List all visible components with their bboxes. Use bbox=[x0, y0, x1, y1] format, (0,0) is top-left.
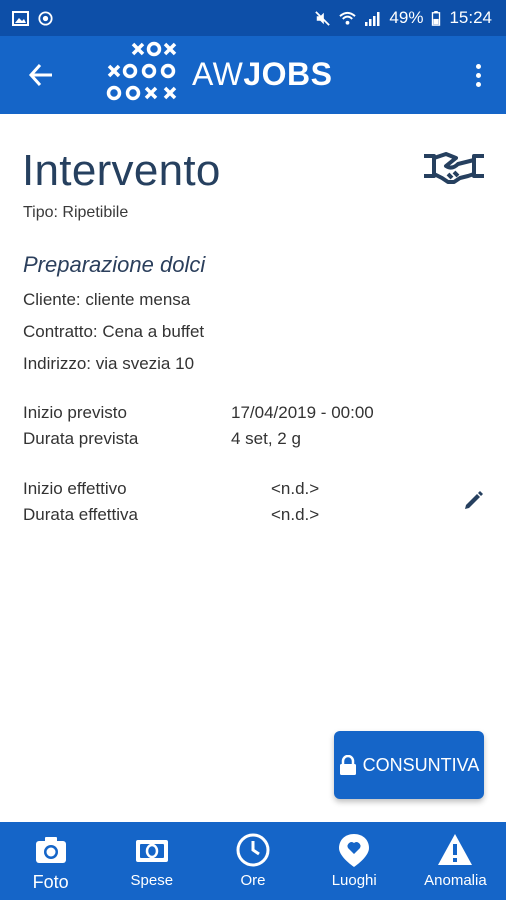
nav-item-anomalia[interactable]: Anomalia bbox=[405, 822, 506, 900]
awjobs-logo-icon bbox=[106, 41, 177, 101]
inizio-effettivo-row: Inizio effettivo <n.d.> bbox=[23, 479, 319, 499]
tipo-text: Tipo: Ripetibile bbox=[23, 204, 129, 221]
indirizzo-text: Indirizzo: via svezia 10 bbox=[23, 354, 195, 373]
location-pin-icon bbox=[339, 834, 370, 867]
inizio-effettivo-label: Inizio effettivo bbox=[23, 479, 127, 498]
app-bar: AWJOBS bbox=[0, 36, 506, 114]
status-left bbox=[12, 10, 54, 26]
mute-icon bbox=[315, 10, 331, 26]
sync-notification-icon bbox=[38, 10, 53, 26]
durata-effettiva-label: Durata effettiva bbox=[23, 505, 138, 524]
inizio-previsto-label: Inizio previsto bbox=[23, 403, 127, 422]
menu-dot bbox=[475, 63, 481, 69]
durata-prevista-value: 4 set, 2 g bbox=[231, 429, 301, 448]
nav-item-spese[interactable]: Spese bbox=[101, 822, 202, 900]
nav-label-luoghi: Luoghi bbox=[331, 872, 377, 889]
warning-icon bbox=[438, 834, 473, 865]
signal-icon bbox=[365, 11, 380, 26]
durata-prevista-label: Durata prevista bbox=[23, 429, 139, 448]
durata-effettiva-value: <n.d.> bbox=[271, 505, 320, 524]
cliente-text: Cliente: cliente mensa bbox=[23, 290, 191, 309]
handshake-icon bbox=[424, 152, 484, 184]
battery-icon bbox=[432, 10, 441, 26]
status-bar: 49% 15:24 bbox=[0, 0, 506, 36]
brand-name: AWJOBS bbox=[192, 56, 333, 93]
contratto-text: Contratto: Cena a buffet bbox=[23, 322, 205, 341]
menu-dot bbox=[475, 81, 481, 87]
nav-label-ore: Ore bbox=[240, 872, 266, 889]
nav-item-ore[interactable]: Ore bbox=[202, 822, 303, 900]
camera-icon bbox=[35, 837, 66, 863]
consuntiva-label: CONSUNTIVA bbox=[362, 754, 480, 775]
bottom-nav: Foto Spese Ore Luoghi Anomalia bbox=[0, 822, 506, 900]
job-name: Preparazione dolci bbox=[23, 252, 206, 277]
battery-percent: 49% bbox=[389, 8, 424, 27]
nav-label-anomalia: Anomalia bbox=[424, 872, 487, 889]
inizio-effettivo-value: <n.d.> bbox=[271, 479, 320, 498]
arrow-left-icon bbox=[28, 63, 52, 87]
overflow-menu-button[interactable] bbox=[466, 56, 490, 94]
durata-effettiva-row: Durata effettiva <n.d.> bbox=[23, 505, 319, 525]
edit-pencil-icon[interactable] bbox=[462, 488, 486, 512]
inizio-previsto-row: Inizio previsto 17/04/2019 - 00:00 bbox=[23, 403, 374, 423]
inizio-previsto-value: 17/04/2019 - 00:00 bbox=[231, 403, 374, 422]
brand-bold: JOBS bbox=[243, 56, 333, 92]
clock-time: 15:24 bbox=[449, 8, 492, 27]
brand-light: AW bbox=[192, 56, 244, 92]
consuntiva-button[interactable]: CONSUNTIVA bbox=[334, 731, 484, 799]
image-notification-icon bbox=[12, 10, 29, 26]
durata-prevista-row: Durata prevista 4 set, 2 g bbox=[23, 429, 301, 449]
content-area: Intervento Tipo: Ripetibile Preparazione… bbox=[0, 114, 506, 822]
nav-item-luoghi[interactable]: Luoghi bbox=[304, 822, 405, 900]
clock-icon bbox=[236, 833, 270, 867]
lock-icon bbox=[339, 755, 356, 775]
menu-dot bbox=[475, 72, 481, 78]
back-button[interactable] bbox=[22, 56, 60, 94]
money-icon bbox=[135, 840, 168, 862]
nav-label-foto: Foto bbox=[32, 872, 69, 892]
nav-label-spese: Spese bbox=[130, 872, 174, 889]
page-title: Intervento bbox=[22, 146, 221, 195]
nav-item-foto[interactable]: Foto bbox=[0, 822, 101, 900]
status-right: 49% 15:24 bbox=[314, 8, 492, 28]
wifi-icon bbox=[339, 11, 357, 25]
